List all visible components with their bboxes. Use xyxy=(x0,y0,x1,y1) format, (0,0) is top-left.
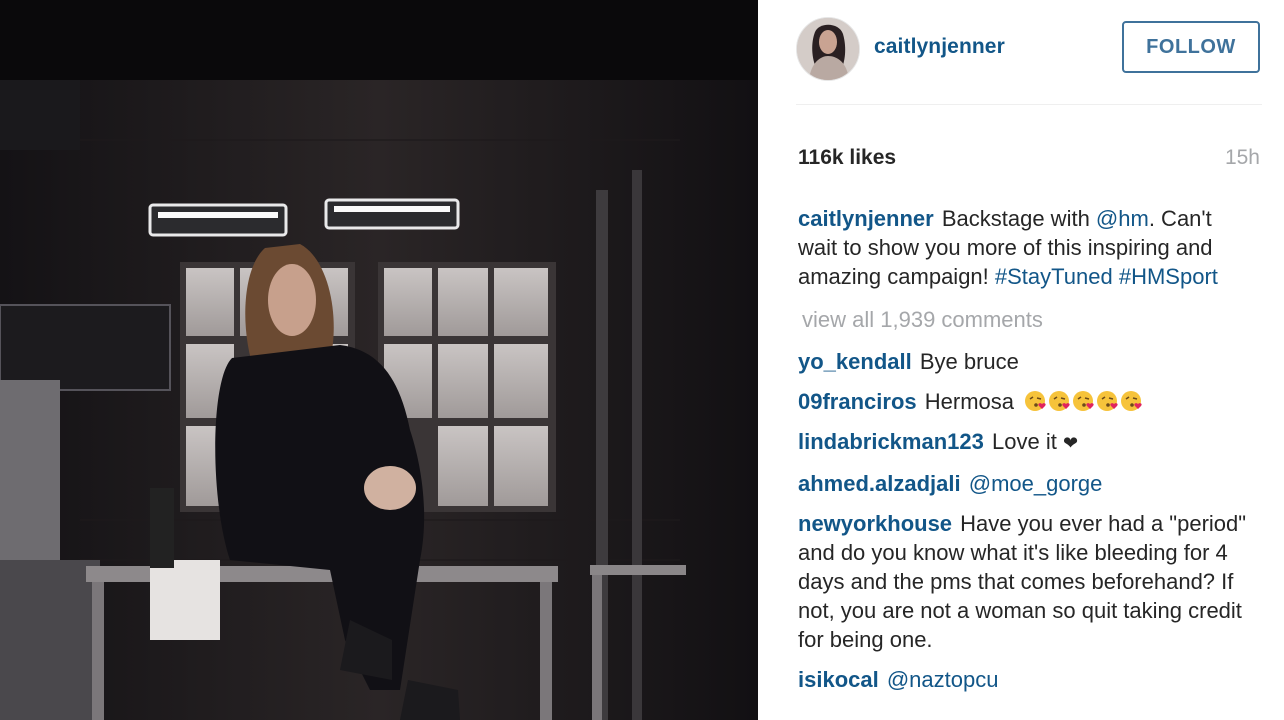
comment-username[interactable]: 09franciros xyxy=(798,389,917,414)
comment-item: isikocal @naztopcu xyxy=(798,665,1248,694)
post-sidebar: caitlynjenner FOLLOW 116k likes 15h cait… xyxy=(758,0,1284,720)
kissing-face-emoji xyxy=(1073,391,1094,411)
photo-illustration xyxy=(0,0,758,720)
hashtag-link[interactable]: #StayTuned xyxy=(995,264,1113,289)
kissing-face-emoji xyxy=(1049,391,1070,411)
comment-username[interactable]: lindabrickman123 xyxy=(798,429,984,454)
avatar-image xyxy=(797,18,859,80)
follow-button[interactable]: FOLLOW xyxy=(1122,21,1260,73)
comments-list: caitlynjenner Backstage with @hm. Can't … xyxy=(798,204,1248,705)
kissing-face-emoji xyxy=(1097,391,1118,411)
comment-username[interactable]: isikocal xyxy=(798,667,879,692)
comment-mention[interactable]: @naztopcu xyxy=(887,667,999,692)
comment-item: newyorkhouse Have you ever had a "period… xyxy=(798,509,1248,654)
hashtag-link[interactable]: #HMSport xyxy=(1119,264,1218,289)
post-caption: caitlynjenner Backstage with @hm. Can't … xyxy=(798,204,1248,291)
view-all-comments-link[interactable]: view all 1,939 comments xyxy=(802,305,1248,334)
post-photo[interactable] xyxy=(0,0,758,720)
avatar[interactable] xyxy=(796,17,860,81)
comment-item: 09franciros Hermosa xyxy=(798,387,1248,416)
caption-text: Backstage with xyxy=(941,206,1096,231)
heart-icon: ❤ xyxy=(1062,433,1079,453)
comment-item: yo_kendall Bye bruce xyxy=(798,347,1248,376)
post-timestamp: 15h xyxy=(1224,146,1260,169)
likes-count[interactable]: 116k likes xyxy=(798,146,896,170)
kissing-face-emoji xyxy=(1121,391,1142,411)
kissing-face-emoji xyxy=(1025,391,1046,411)
caption-mention[interactable]: @hm xyxy=(1096,206,1149,231)
comment-text: Hermosa xyxy=(924,389,1014,414)
comment-item: lindabrickman123 Love it ❤ xyxy=(798,427,1248,458)
comment-username[interactable]: yo_kendall xyxy=(798,349,912,374)
emoji-group xyxy=(1024,390,1144,412)
comment-mention[interactable]: @moe_gorge xyxy=(969,471,1103,496)
comment-item: ahmed.alzadjali @moe_gorge xyxy=(798,469,1248,498)
caption-username[interactable]: caitlynjenner xyxy=(798,206,934,231)
comment-username[interactable]: ahmed.alzadjali xyxy=(798,471,961,496)
header-divider xyxy=(796,104,1262,105)
comment-text: Love it xyxy=(992,429,1057,454)
post-username[interactable]: caitlynjenner xyxy=(874,35,1005,59)
comment-text: Bye bruce xyxy=(919,349,1019,374)
comment-username[interactable]: newyorkhouse xyxy=(798,511,952,536)
